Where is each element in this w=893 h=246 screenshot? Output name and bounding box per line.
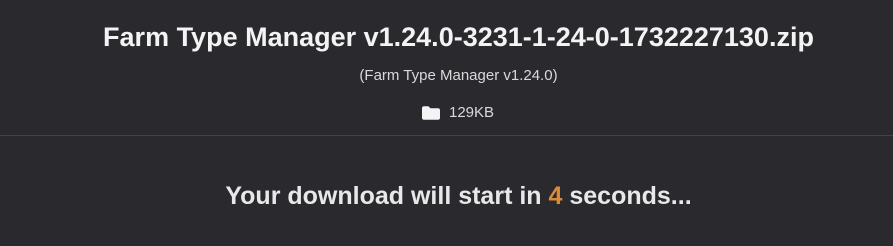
file-size: 129KB [421, 103, 494, 123]
file-info-panel: Farm Type Manager v1.24.0-3231-1-24-0-17… [0, 0, 893, 136]
download-countdown: Your download will start in 4 seconds... [0, 180, 893, 212]
countdown-prefix: Your download will start in [225, 182, 549, 210]
countdown-suffix: seconds... [562, 182, 692, 210]
file-size-label: 129KB [449, 104, 495, 121]
countdown-seconds: 4 [548, 182, 563, 210]
folder-icon [422, 106, 440, 120]
file-subtitle: (Farm Type Manager v1.24.0) [359, 67, 558, 84]
file-title: Farm Type Manager v1.24.0-3231-1-24-0-17… [103, 22, 814, 52]
section-divider [0, 135, 893, 136]
